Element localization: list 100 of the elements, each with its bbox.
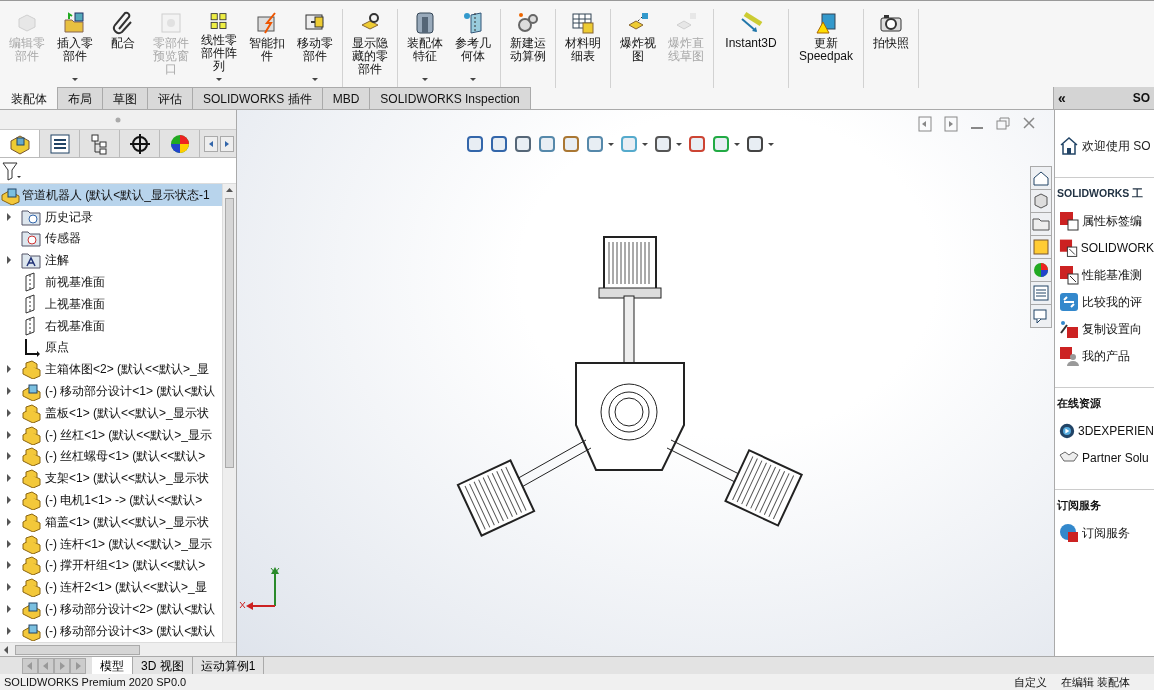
- window-icon: [159, 11, 183, 35]
- tile-right-icon[interactable]: [944, 116, 958, 132]
- crosshair-icon[interactable]: [127, 131, 152, 156]
- task-pane-link[interactable]: 欢迎使用 SO: [1055, 132, 1154, 159]
- ribbon-button[interactable]: 智能扣件: [245, 9, 289, 88]
- ribbon-tab[interactable]: 草图: [102, 87, 148, 109]
- status-text: SOLIDWORKS Premium 2020 SP0.0: [4, 675, 187, 690]
- part-icon: [21, 402, 41, 423]
- tree-item-label[interactable]: 上视基准面: [45, 294, 105, 313]
- folder-cube-icon: [63, 11, 87, 35]
- tree-item-label[interactable]: 原点: [45, 338, 69, 357]
- caret-icon[interactable]: [733, 141, 741, 147]
- axis-triad-icon: [239, 567, 280, 610]
- tree-item-label[interactable]: (-) 电机1<1> -> (默认<<默认>: [45, 491, 203, 510]
- tree-item-label[interactable]: (-) 移动部分设计<1> (默认<默认: [45, 382, 216, 401]
- color-wheel-icon[interactable]: [1032, 261, 1050, 279]
- bolt-icon: [255, 11, 279, 35]
- part-icon: [21, 446, 41, 467]
- assembly-icon: [21, 381, 41, 402]
- tree-item-label[interactable]: 注解: [45, 251, 69, 270]
- section-heading: SOLIDWORKS 工: [1055, 177, 1154, 207]
- tree-item-label[interactable]: (-) 连杆<1> (默认<<默认>_显示: [45, 534, 213, 553]
- caret-icon[interactable]: [675, 141, 683, 147]
- assembly-feature-icon: [413, 11, 437, 35]
- ribbon-button[interactable]: 拍快照: [869, 9, 913, 88]
- task-pane-link[interactable]: 比较我的评: [1055, 288, 1154, 315]
- task-pane-link[interactable]: 属性标签编: [1055, 207, 1154, 234]
- tree-item-label[interactable]: 右视基准面: [45, 316, 105, 335]
- part-icon: [21, 468, 41, 489]
- task-pane-link[interactable]: 复制设置向: [1055, 315, 1154, 342]
- tree-item-label[interactable]: (-) 移动部分设计<3> (默认<默认: [45, 621, 216, 640]
- caret-icon[interactable]: [607, 141, 615, 147]
- ribbon-button[interactable]: 插入零部件: [53, 9, 97, 88]
- home-icon: [1059, 135, 1079, 156]
- ribbon-tab[interactable]: 布局: [57, 87, 103, 109]
- tree-item-label[interactable]: (-) 丝杠<1> (默认<<默认>_显示: [45, 425, 213, 444]
- speedpak-icon: [814, 11, 838, 35]
- user-products-icon: [1059, 345, 1079, 366]
- tree-item-label[interactable]: (-) 连杆2<1> (默认<<默认>_显: [45, 578, 207, 597]
- ribbon-button[interactable]: 装配体特征: [403, 9, 447, 88]
- bottom-tab[interactable]: 模型: [92, 657, 133, 674]
- part-icon: [21, 490, 41, 511]
- tree-item-label[interactable]: 历史记录: [45, 207, 93, 226]
- ribbon-tab[interactable]: SOLIDWORKS Inspection: [369, 87, 531, 109]
- grip-icon[interactable]: [115, 116, 121, 123]
- scrollbar-thumb[interactable]: [225, 198, 234, 468]
- panel-title: SO: [1132, 90, 1150, 107]
- tree-item-label[interactable]: 盖板<1> (默认<<默认>_显示状: [45, 403, 209, 422]
- tree-item-label[interactable]: 支架<1> (默认<<默认>_显示状: [45, 469, 209, 488]
- ribbon-button[interactable]: 材料明细表: [561, 9, 605, 88]
- ribbon-button[interactable]: 爆炸视图: [616, 9, 660, 88]
- ribbon-button[interactable]: 显示隐藏的零部件: [348, 9, 392, 88]
- tree-item-label[interactable]: (-) 撑开杆组<1> (默认<<默认>: [45, 556, 206, 575]
- task-pane-link[interactable]: 我的产品: [1055, 342, 1154, 369]
- ribbon-button[interactable]: 参考几何体: [451, 9, 495, 88]
- collapse-toggle[interactable]: «: [1058, 87, 1066, 109]
- ribbon-button[interactable]: 配合: [101, 9, 145, 88]
- cube-icon[interactable]: [1032, 192, 1050, 210]
- task-pane-link[interactable]: 订阅服务: [1055, 519, 1154, 546]
- tree-item-label[interactable]: (-) 移动部分设计<2> (默认<默认: [45, 600, 216, 619]
- ribbon-button[interactable]: Instant3D: [719, 9, 783, 88]
- scrollbar-thumb[interactable]: [15, 644, 140, 655]
- tile-left-icon[interactable]: [918, 116, 932, 132]
- task-pane-link[interactable]: 性能基准测: [1055, 261, 1154, 288]
- ribbon-tab[interactable]: 评估: [147, 87, 193, 109]
- section-heading: 在线资源: [1055, 387, 1154, 417]
- sensor-folder-icon: [21, 228, 41, 249]
- ribbon-button[interactable]: 线性零部件阵列: [197, 9, 241, 88]
- chat-icon[interactable]: [1032, 307, 1050, 325]
- tree-item-label[interactable]: (-) 丝杠螺母<1> (默认<<默认>: [45, 447, 206, 466]
- tree-item-label[interactable]: 传感器: [45, 229, 81, 248]
- prescription-icon: [1059, 237, 1078, 258]
- reference-geometry-icon: [461, 11, 485, 35]
- annotation-folder-icon: [21, 250, 41, 271]
- ribbon-button[interactable]: 更新 Speedpak: [794, 9, 858, 88]
- globe-icon: [1059, 522, 1079, 543]
- arrow-left-icon[interactable]: [204, 135, 218, 152]
- caret-icon[interactable]: [641, 141, 649, 147]
- caret-icon[interactable]: [767, 141, 775, 147]
- home-icon[interactable]: [1032, 169, 1050, 187]
- paperclip-icon: [111, 11, 135, 35]
- ribbon-tab[interactable]: SOLIDWORKS 插件: [192, 87, 323, 109]
- ribbon-button[interactable]: 新建运动算例: [506, 9, 550, 88]
- filter-icon[interactable]: [2, 160, 22, 181]
- part-icon: [21, 533, 41, 554]
- task-pane-link[interactable]: SOLIDWORK: [1055, 234, 1154, 261]
- tree-item-label[interactable]: 箱盖<1> (默认<<默认>_显示状: [45, 512, 209, 531]
- gears-icon: [516, 11, 540, 35]
- task-pane-link[interactable]: 3DEXPERIEN: [1055, 417, 1154, 444]
- arrow-right-icon[interactable]: [220, 135, 234, 152]
- status-text: 自定义: [1013, 675, 1047, 690]
- tree-item-label[interactable]: 前视基准面: [45, 273, 105, 292]
- ribbon-tab[interactable]: MBD: [321, 87, 371, 109]
- list-icon[interactable]: [47, 131, 72, 156]
- section-heading: 订阅服务: [1055, 489, 1154, 519]
- part-icon: [21, 577, 41, 598]
- copy-wizard-icon: [1059, 318, 1079, 339]
- task-pane-link[interactable]: Partner Solu: [1055, 444, 1154, 471]
- tree-item-label[interactable]: 主箱体图<2> (默认<<默认>_显: [45, 360, 209, 379]
- part-icon: [21, 511, 41, 532]
